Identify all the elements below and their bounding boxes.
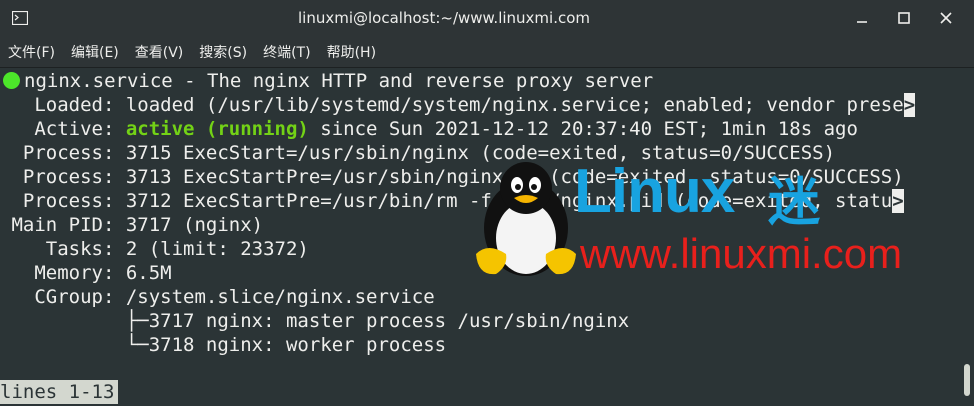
memory-line: Memory: 6.5M	[0, 262, 172, 284]
title-bar[interactable]: linuxmi@localhost:~/www.linuxmi.com	[0, 0, 974, 36]
scrollbar-thumb[interactable]	[964, 364, 970, 396]
active-since: since Sun 2021-12-12 20:37:40 EST; 1min …	[308, 118, 858, 140]
maximize-icon[interactable]	[890, 4, 918, 32]
watermark-brand-cn: 迷	[768, 174, 821, 232]
tux-penguin-logo	[476, 162, 576, 276]
watermark: Linux 迷 www.linuxmi.com	[468, 157, 928, 290]
watermark-brand: Linux	[574, 157, 735, 226]
pager-status: lines 1-13	[0, 380, 119, 404]
close-icon[interactable]	[932, 4, 960, 32]
loaded-value: loaded (/usr/lib/systemd/system/nginx.se…	[114, 94, 904, 116]
status-dot-icon	[3, 72, 20, 89]
menu-terminal[interactable]: 终端(T)	[263, 42, 310, 62]
menu-search[interactable]: 搜索(S)	[199, 42, 247, 62]
minimize-icon[interactable]	[848, 4, 876, 32]
loaded-label: Loaded:	[0, 94, 115, 116]
cgroup-child-line: └─3718 nginx: worker process	[0, 334, 447, 356]
active-label: Active:	[0, 118, 115, 140]
terminal-icon[interactable]	[0, 11, 40, 25]
tasks-line: Tasks: 2 (limit: 23372)	[0, 238, 309, 260]
menu-file[interactable]: 文件(F)	[8, 42, 55, 62]
overflow-indicator: >	[903, 93, 916, 117]
cgroup-child-line: ├─3717 nginx: master process /usr/sbin/n…	[0, 310, 630, 332]
menu-view[interactable]: 查看(V)	[135, 42, 184, 62]
scrollbar[interactable]	[960, 68, 974, 406]
active-line: Active: active (running) since Sun 2021-…	[0, 117, 858, 141]
watermark-url: www.linuxmi.com	[580, 230, 903, 277]
terminal-window: linuxmi@localhost:~/www.linuxmi.com 文件(F…	[0, 0, 974, 406]
service-header: nginx.service - The nginx HTTP and rever…	[24, 70, 654, 92]
menu-bar: 文件(F) 编辑(E) 查看(V) 搜索(S) 终端(T) 帮助(H)	[0, 36, 974, 68]
main-pid-line: Main PID: 3717 (nginx)	[0, 214, 264, 236]
service-header-line: nginx.service - The nginx HTTP and rever…	[0, 69, 653, 93]
window-title: linuxmi@localhost:~/www.linuxmi.com	[297, 9, 591, 27]
active-state: active (running)	[114, 118, 309, 140]
menu-help[interactable]: 帮助(H)	[327, 42, 376, 62]
cgroup-line: CGroup: /system.slice/nginx.service	[0, 286, 435, 308]
menu-edit[interactable]: 编辑(E)	[71, 42, 119, 62]
loaded-line: Loaded: loaded (/usr/lib/systemd/system/…	[0, 93, 916, 117]
